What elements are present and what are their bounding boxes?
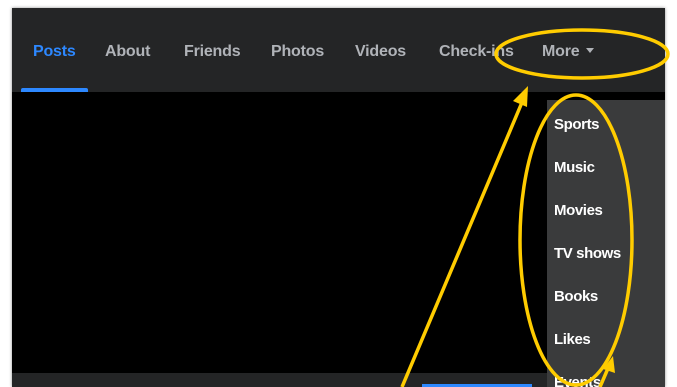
more-dropdown-menu: Sports Music Movies TV shows Books Likes… [547, 100, 665, 387]
caret-down-icon [586, 48, 595, 53]
menu-item-tv-shows[interactable]: TV shows [554, 245, 621, 262]
tab-more-label: More [542, 43, 580, 60]
tab-check-ins[interactable]: Check-ins [439, 43, 514, 61]
menu-item-events[interactable]: Events [554, 374, 601, 387]
profile-tab-bar: Posts About Friends Photos Videos Check-… [12, 8, 665, 92]
menu-item-likes[interactable]: Likes [554, 331, 591, 348]
menu-item-music[interactable]: Music [554, 159, 595, 176]
menu-item-movies[interactable]: Movies [554, 202, 603, 219]
tab-photos[interactable]: Photos [271, 43, 324, 61]
tab-posts[interactable]: Posts [33, 43, 76, 61]
screenshot-frame: Posts About Friends Photos Videos Check-… [0, 0, 677, 387]
menu-item-books[interactable]: Books [554, 288, 598, 305]
tab-more[interactable]: More [542, 43, 595, 61]
tab-videos[interactable]: Videos [355, 43, 406, 61]
profile-page: Posts About Friends Photos Videos Check-… [12, 8, 665, 387]
menu-item-sports[interactable]: Sports [554, 116, 600, 133]
tab-about[interactable]: About [105, 43, 150, 61]
tab-friends[interactable]: Friends [184, 43, 241, 61]
